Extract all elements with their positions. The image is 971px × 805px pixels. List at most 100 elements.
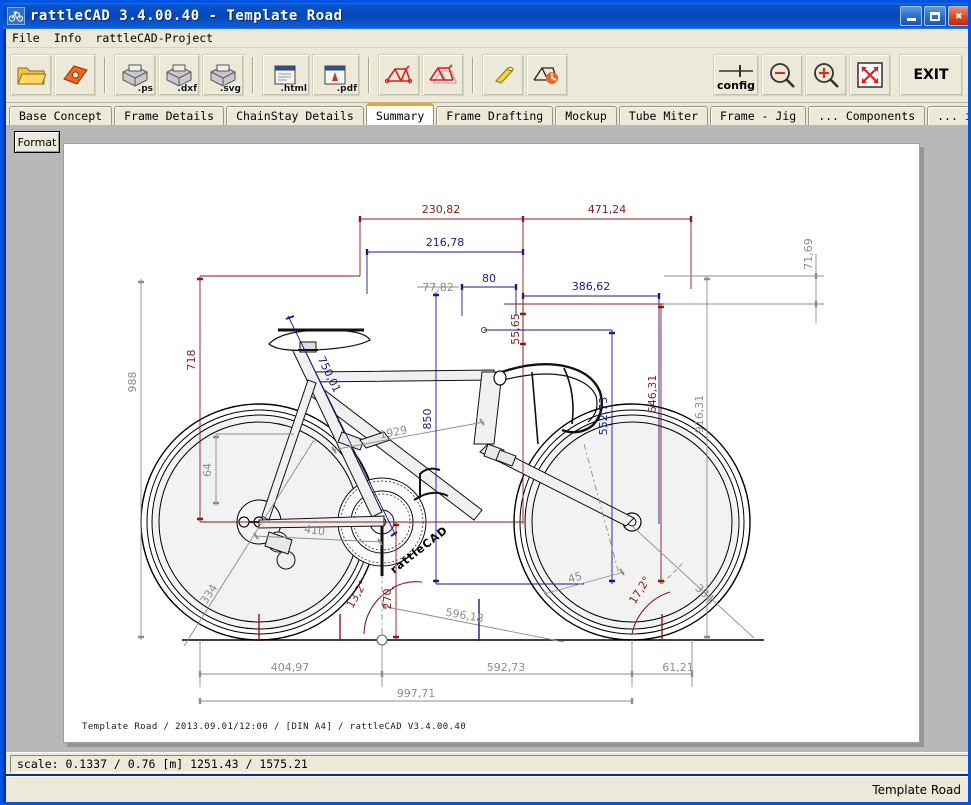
toolbar-group-doc-export: .html .pdf xyxy=(258,54,364,96)
save-project-button[interactable] xyxy=(54,54,96,96)
dim-718: 718 xyxy=(185,350,198,371)
yellow-tube-icon xyxy=(488,63,518,87)
toolbar-separator xyxy=(104,57,106,93)
export-html-label: .html xyxy=(280,84,307,94)
close-button[interactable]: ✖ xyxy=(948,6,970,26)
toolbar-group-file xyxy=(6,54,100,96)
dim-80: 80 xyxy=(482,272,496,285)
export-dxf-button[interactable]: .dxf xyxy=(158,54,200,96)
dim-61-21: 61,21 xyxy=(662,661,694,674)
zoom-out-icon xyxy=(767,61,797,89)
bike-reload-icon xyxy=(530,63,564,87)
tab-info[interactable]: ... info xyxy=(927,106,971,125)
dim-230-82: 230,82 xyxy=(422,203,461,216)
tab-chainstay-details[interactable]: ChainStay Details xyxy=(226,106,364,125)
export-svg-label: .svg xyxy=(220,84,241,94)
status-bar: scale: 0.1337 / 0.76 [m] 1251.43 / 1575.… xyxy=(6,752,971,774)
dim-55-65: 55,65 xyxy=(509,313,522,345)
zoom-in-button[interactable] xyxy=(805,54,847,96)
export-pdf-button[interactable]: .pdf xyxy=(312,54,360,96)
dim-592-73: 592,73 xyxy=(487,661,526,674)
zoom-out-button[interactable] xyxy=(761,54,803,96)
dim-64: 64 xyxy=(201,463,214,477)
menu-item-file[interactable]: File xyxy=(12,31,40,45)
format-label: Format xyxy=(18,136,57,149)
drawing-canvas[interactable]: rattleCAD xyxy=(63,143,920,743)
dim-270: 270 xyxy=(381,589,394,610)
dim-997-71: 997,71 xyxy=(397,687,436,700)
dim-1929: 1929 xyxy=(378,424,408,442)
tab-frame-drafting[interactable]: Frame Drafting xyxy=(436,106,553,125)
toolbar-group-frame xyxy=(374,54,468,96)
window-title: rattleCAD 3.4.00.40 - Template Road xyxy=(30,8,343,24)
tab-label: Base Concept xyxy=(19,109,102,123)
folder-icon xyxy=(16,62,46,88)
export-svg-button[interactable]: .svg xyxy=(202,54,244,96)
maximize-button[interactable] xyxy=(924,6,946,26)
exit-button[interactable]: EXIT xyxy=(899,54,963,96)
tab-label: Tube Miter xyxy=(629,109,698,123)
front-wheel xyxy=(514,404,750,640)
export-ps-label: .ps xyxy=(138,84,153,94)
dim-404-97: 404,97 xyxy=(271,661,310,674)
tab-frame-jig[interactable]: Frame - Jig xyxy=(710,106,806,125)
format-button[interactable]: Format xyxy=(14,131,60,153)
scale-status: scale: 0.1337 / 0.76 [m] 1251.43 / 1575.… xyxy=(10,755,971,773)
config-label: config xyxy=(714,79,758,92)
open-project-button[interactable] xyxy=(10,54,52,96)
minimize-button[interactable] xyxy=(900,6,922,26)
tab-components[interactable]: ... Components xyxy=(808,106,925,125)
dim-850: 850 xyxy=(421,409,434,430)
export-pdf-label: .pdf xyxy=(337,84,357,94)
tab-tube-miter[interactable]: Tube Miter xyxy=(619,106,708,125)
drawing-footer: Template Road / 2013.09.01/12:00 / [DIN … xyxy=(82,722,466,732)
tab-base-concept[interactable]: Base Concept xyxy=(9,106,112,125)
toolbar-group-view: config xyxy=(709,54,971,96)
frame-red-1-button[interactable] xyxy=(378,54,420,96)
bike-frame-red-icon xyxy=(382,63,416,87)
dim-71-69: 71,69 xyxy=(802,238,815,270)
dim-471-24: 471,24 xyxy=(588,203,627,216)
title-bar: rattleCAD 3.4.00.40 - Template Road ✖ xyxy=(3,3,971,29)
export-dxf-label: .dxf xyxy=(177,84,197,94)
tube-button[interactable] xyxy=(482,54,524,96)
technical-drawing: rattleCAD xyxy=(64,144,920,743)
tab-summary[interactable]: Summary xyxy=(366,103,434,125)
tab-label: Frame Details xyxy=(124,109,214,123)
export-html-button[interactable]: .html xyxy=(262,54,310,96)
toolbar-separator xyxy=(252,57,254,93)
exit-label: EXIT xyxy=(913,67,948,83)
tab-mockup[interactable]: Mockup xyxy=(555,106,617,125)
menu-item-rattlecad-project[interactable]: rattleCAD-Project xyxy=(95,31,213,45)
expand-arrows-icon xyxy=(855,61,885,89)
app-icon xyxy=(7,7,25,25)
tab-label: ... Components xyxy=(818,109,915,123)
dim-216-78: 216,78 xyxy=(426,236,465,249)
tab-frame-details[interactable]: Frame Details xyxy=(114,106,224,125)
tab-label: Mockup xyxy=(565,109,607,123)
frame-red-2-button[interactable] xyxy=(422,54,464,96)
dim-988: 988 xyxy=(126,372,139,393)
bike-frame-red-shadow-icon xyxy=(426,63,460,87)
dim-916-31: 916,31 xyxy=(693,395,706,434)
toolbar: .ps .dxf xyxy=(6,48,971,103)
content-area: Format xyxy=(6,125,971,752)
project-name-status: Template Road xyxy=(872,783,971,797)
fit-to-window-button[interactable] xyxy=(849,54,891,96)
dim-646-31: 646,31 xyxy=(646,375,659,414)
toolbar-group-vector-export: .ps .dxf xyxy=(110,54,248,96)
menu-item-info[interactable]: Info xyxy=(54,31,82,45)
save-disk-icon xyxy=(60,62,90,88)
export-ps-button[interactable]: .ps xyxy=(114,54,156,96)
angle-13-2: 13,2° xyxy=(344,578,370,610)
tab-bar: Base Concept Frame Details ChainStay Det… xyxy=(6,103,971,125)
menu-bar: File Info rattleCAD-Project xyxy=(6,29,971,48)
bike-drawing: rattleCAD xyxy=(141,330,764,640)
config-button[interactable]: config xyxy=(713,54,759,96)
toolbar-group-tube xyxy=(478,54,572,96)
saddle xyxy=(269,330,370,352)
dim-552-73: 552,73 xyxy=(597,397,610,436)
tab-label: Summary xyxy=(376,109,424,123)
bike-reload-button[interactable] xyxy=(526,54,568,96)
tab-label: Frame - Jig xyxy=(720,109,796,123)
